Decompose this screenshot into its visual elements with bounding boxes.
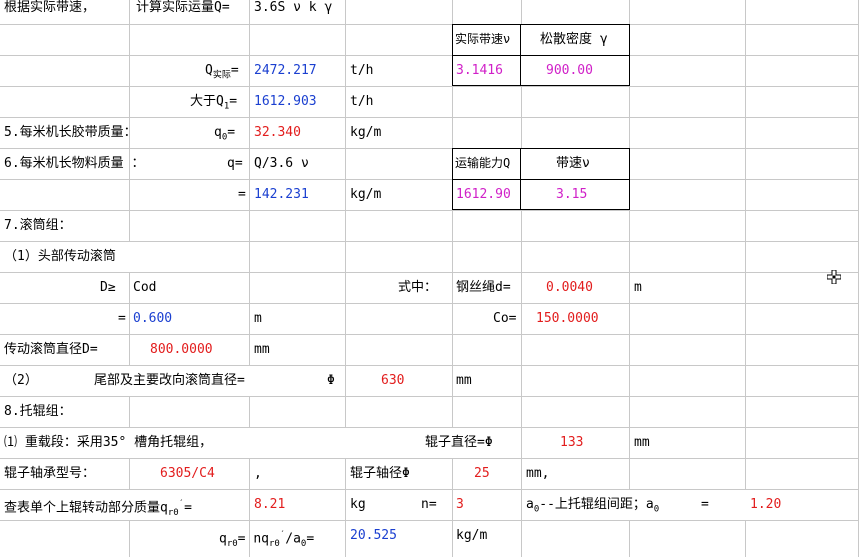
material-mass-title[interactable]: 6.每米机长物料质量 ： [4, 148, 144, 179]
wire-value[interactable]: 0.0040 [546, 272, 593, 303]
q-actual-unit[interactable]: t/h [350, 55, 373, 86]
q-label[interactable]: q= [227, 148, 243, 179]
q-unit[interactable]: kg/m [350, 179, 381, 210]
q0-unit[interactable]: kg/m [350, 117, 381, 148]
a0-value[interactable]: 1.20 [750, 489, 781, 520]
formula-label[interactable]: 计算实际运量Q= [136, 0, 230, 23]
q-actual-label[interactable]: Q实际= [205, 55, 239, 86]
tail-pulley-phi[interactable]: Φ [327, 365, 335, 396]
tail-pulley-label[interactable]: 尾部及主要改向滚筒直径= [94, 365, 245, 396]
drive-pulley-value[interactable]: 800.0000 [150, 334, 213, 365]
d-formula[interactable]: Cod [133, 272, 156, 303]
heavy-section-title[interactable]: ⑴ 重载段：采用35° 槽角托辊组， [4, 427, 212, 458]
axle-value[interactable]: 25 [474, 458, 490, 489]
drive-pulley-label[interactable]: 传动滚筒直径D= [4, 334, 98, 365]
bearing-value[interactable]: 6305/C4 [160, 458, 215, 489]
a0-description[interactable]: a0--上托辊组间距；a0 [526, 489, 659, 520]
co-label[interactable]: Co= [493, 303, 516, 334]
wire-label[interactable]: 钢丝绳d= [456, 272, 511, 303]
n-value[interactable]: 3 [456, 489, 464, 520]
where-label[interactable]: 式中： [398, 272, 437, 303]
qr0-value[interactable]: 20.525 [350, 520, 397, 551]
bearing-comma[interactable]: , [254, 458, 262, 489]
d-value[interactable]: 0.600 [133, 303, 172, 334]
roller-mass-unit[interactable]: kg [350, 489, 366, 520]
q-formula[interactable]: Q/3.6 ν [254, 148, 309, 179]
q0-value[interactable]: 32.340 [254, 117, 301, 148]
idler-group-title[interactable]: 8.托辊组： [4, 396, 72, 427]
roller-diameter-unit[interactable]: mm [634, 427, 650, 458]
move-cursor-icon [827, 270, 841, 284]
actual-speed-value[interactable]: 3.1416 [456, 55, 503, 86]
bulk-density-value[interactable]: 900.00 [546, 55, 593, 86]
q-actual-value[interactable]: 2472.217 [254, 55, 317, 86]
co-value[interactable]: 150.0000 [536, 303, 599, 334]
axle-unit[interactable]: mm, [526, 458, 549, 489]
intro-text[interactable]: 根据实际带速， [4, 0, 95, 23]
tail-pulley-unit[interactable]: mm [456, 365, 472, 396]
d-unit[interactable]: m [254, 303, 262, 334]
q1-unit[interactable]: t/h [350, 86, 373, 117]
n-label[interactable]: n= [421, 489, 437, 520]
roller-diameter-value[interactable]: 133 [560, 427, 583, 458]
d-label[interactable]: D≥ [100, 272, 116, 303]
header-belt-speed[interactable]: 带速ν [556, 148, 590, 179]
capacity-value[interactable]: 1612.90 [456, 179, 511, 210]
drive-pulley-unit[interactable]: mm [254, 334, 270, 365]
formula-value[interactable]: 3.6S ν k γ [254, 0, 332, 23]
head-pulley-title[interactable]: （1）头部传动滚筒 [4, 241, 116, 272]
header-capacity[interactable]: 运输能力Q [455, 148, 510, 179]
header-actual-speed[interactable]: 实际带速ν [455, 24, 510, 55]
q-equals[interactable]: = [238, 179, 246, 210]
header-bulk-density[interactable]: 松散密度 γ [540, 24, 608, 55]
a0-equals[interactable]: = [701, 489, 709, 520]
belt-mass-title[interactable]: 5.每米机长胶带质量： [4, 117, 137, 148]
axle-label[interactable]: 辊子轴径Φ [350, 458, 410, 489]
d-equals[interactable]: = [118, 303, 126, 334]
wire-unit[interactable]: m [634, 272, 642, 303]
bearing-label[interactable]: 辊子轴承型号： [4, 458, 95, 489]
roller-mass-value[interactable]: 8.21 [254, 489, 285, 520]
belt-speed-value[interactable]: 3.15 [556, 179, 587, 210]
qr0-label[interactable]: qr0= nqr0′/a0= [219, 520, 314, 551]
qr0-unit[interactable]: kg/m [456, 520, 487, 551]
tail-pulley-value[interactable]: 630 [381, 365, 404, 396]
tail-pulley-index[interactable]: （2） [4, 365, 38, 396]
q0-label[interactable]: q0= [214, 117, 235, 148]
roller-diameter-label[interactable]: 辊子直径=Φ [425, 427, 493, 458]
q-value[interactable]: 142.231 [254, 179, 309, 210]
q1-value[interactable]: 1612.903 [254, 86, 317, 117]
roller-mass-label[interactable]: 查表单个上辊转动部分质量qr0′= [4, 489, 192, 520]
q1-label[interactable]: 大于Q1= [190, 86, 237, 117]
pulley-group-title[interactable]: 7.滚筒组： [4, 210, 72, 241]
